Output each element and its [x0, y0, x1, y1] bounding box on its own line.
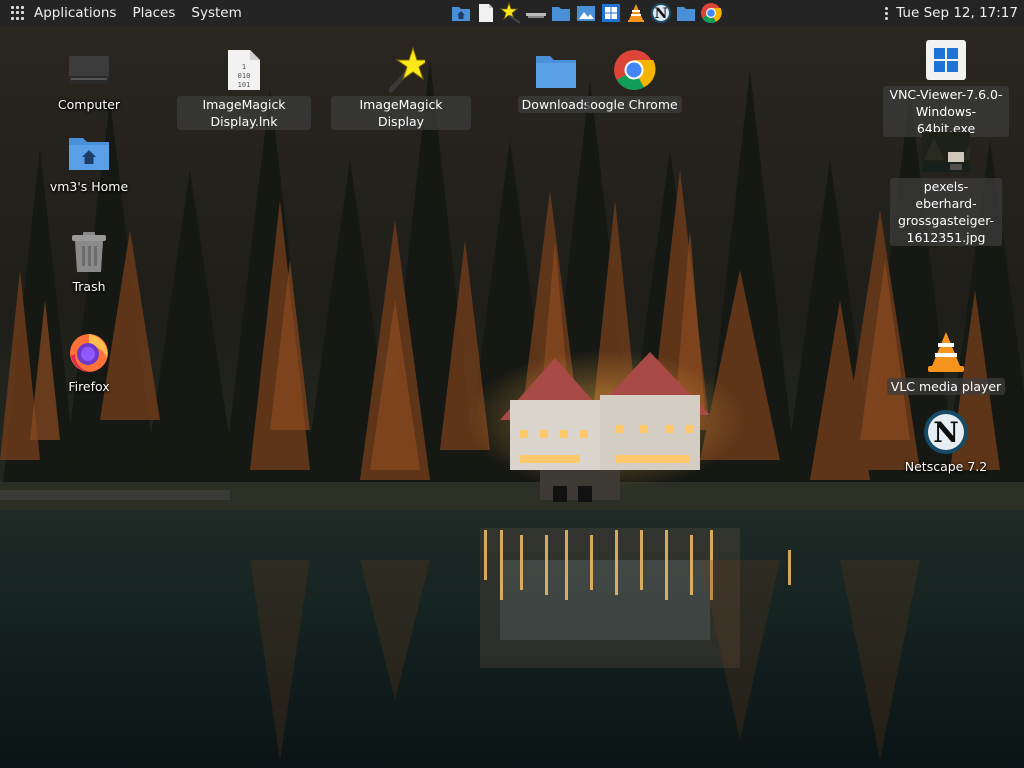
vlc-icon[interactable] [625, 2, 647, 24]
top-panel: Applications Places System N Tue Sep 12,… [0, 0, 1024, 26]
desktop-icon-pexels-jpg[interactable]: pexels-eberhard-grossgasteiger-1612351.j… [876, 128, 1016, 246]
desktop-icon-vnc-installer[interactable]: VNC-Viewer-7.6.0-Windows-64bit.exe [876, 36, 1016, 137]
menu-system[interactable]: System [183, 5, 249, 21]
chrome-icon [610, 46, 658, 94]
desktop-icon-home[interactable]: vm3's Home [19, 128, 159, 195]
desktop-icon-label: oogle Chrome [586, 96, 682, 113]
desktop-icon-label: Computer [57, 97, 121, 112]
svg-text:N: N [933, 416, 959, 449]
imagemagick-star-icon[interactable] [500, 2, 522, 24]
desktop-icon-computer[interactable]: Computer [19, 46, 159, 113]
folder-icon[interactable] [675, 2, 697, 24]
chrome-icon[interactable] [700, 2, 722, 24]
menu-places[interactable]: Places [124, 5, 183, 21]
binary-file-icon: 1 010 101 [220, 46, 268, 94]
desktop-icon-label: ImageMagick Display.lnk [177, 96, 311, 130]
clock[interactable]: Tue Sep 12, 17:17 [896, 5, 1018, 21]
applications-grid-icon[interactable] [11, 6, 25, 20]
desktop-icon-label: pexels-eberhard-grossgasteiger-1612351.j… [890, 178, 1002, 246]
folder-icon[interactable] [550, 2, 572, 24]
taskbar: N [450, 2, 722, 24]
computer-icon [65, 46, 113, 94]
kebab-menu-icon[interactable] [885, 6, 889, 20]
home-folder-icon[interactable] [450, 2, 472, 24]
system-tray: Tue Sep 12, 17:17 [885, 0, 1018, 26]
desktop-icon-label: Netscape 7.2 [904, 459, 988, 474]
trash-icon [65, 228, 113, 276]
menu-applications[interactable]: Applications [34, 5, 124, 21]
image-viewer-icon[interactable] [575, 2, 597, 24]
desktop-icon-label: VLC media player [886, 378, 1006, 395]
desktop-icon-imagemagick[interactable]: ImageMagick Display [331, 46, 471, 130]
firefox-icon [65, 328, 113, 376]
desktop-icon-imagemagick-lnk[interactable]: 1 010 101 ImageMagick Display.lnk [174, 46, 314, 130]
vlc-icon [922, 328, 970, 376]
netscape-icon[interactable]: N [650, 2, 672, 24]
computer-icon[interactable] [525, 2, 547, 24]
desktop-icon-netscape[interactable]: N Netscape 7.2 [876, 408, 1016, 475]
image-thumbnail-icon [922, 128, 970, 176]
svg-text:010: 010 [238, 72, 251, 80]
desktop-icon-label: vm3's Home [49, 179, 129, 194]
home-folder-icon [65, 128, 113, 176]
desktop-icon-trash[interactable]: Trash [19, 228, 159, 295]
desktop-icon-label: Trash [72, 279, 106, 294]
svg-text:101: 101 [238, 81, 251, 89]
desktop-icon-firefox[interactable]: Firefox [19, 328, 159, 395]
svg-text:1: 1 [242, 63, 246, 71]
svg-text:N: N [655, 6, 668, 22]
desktop-icon-chrome[interactable]: oogle Chrome [564, 46, 704, 113]
netscape-icon: N [922, 408, 970, 456]
document-icon[interactable] [475, 2, 497, 24]
windows-installer-icon[interactable] [600, 2, 622, 24]
desktop-icon-label: ImageMagick Display [331, 96, 471, 130]
desktop-icon-vlc[interactable]: VLC media player [876, 328, 1016, 395]
windows-installer-icon [922, 36, 970, 84]
imagemagick-star-icon [377, 46, 425, 94]
desktop-icon-label: Firefox [68, 379, 110, 394]
